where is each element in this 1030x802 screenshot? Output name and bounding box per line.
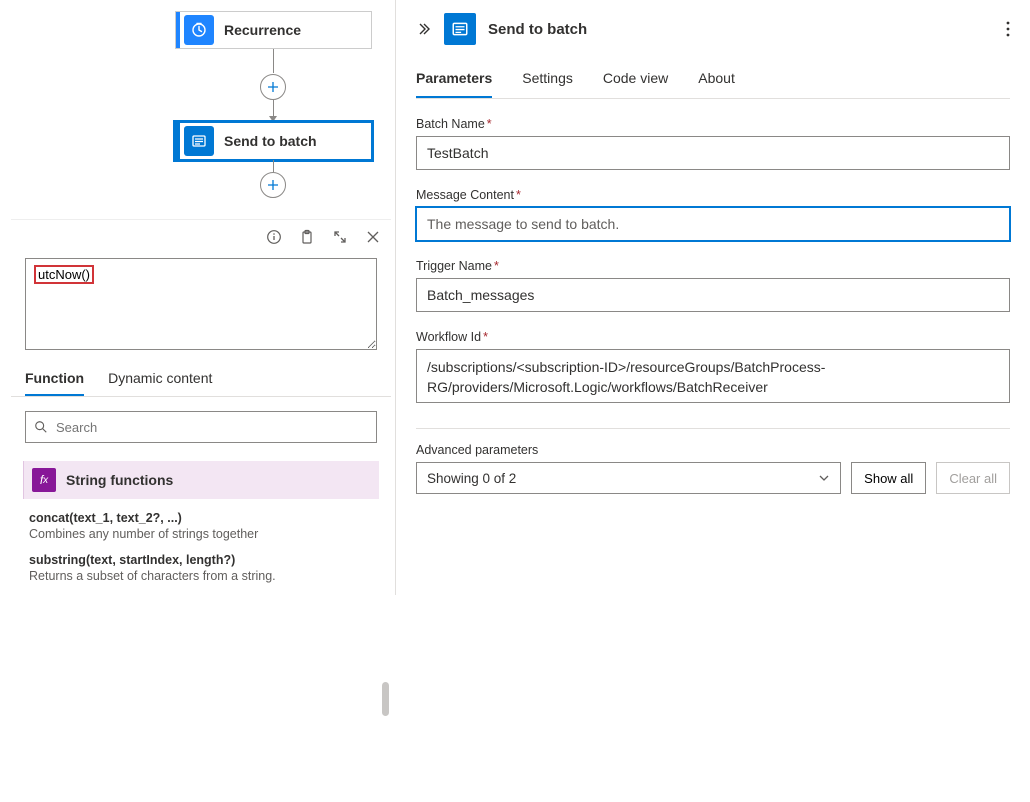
advanced-select[interactable]: Showing 0 of 2 [416, 462, 841, 494]
category-string-functions[interactable]: fx String functions [23, 461, 379, 499]
panel-header: Send to batch [416, 0, 1010, 58]
field-workflow-id: Workflow Id* /subscriptions/<subscriptio… [416, 330, 1010, 408]
tab-parameters[interactable]: Parameters [416, 58, 492, 98]
workflow-id-input[interactable]: /subscriptions/<subscription-ID>/resourc… [416, 349, 1010, 403]
field-message-content: Message Content* [416, 188, 1010, 241]
scrollbar-thumb[interactable] [382, 682, 389, 716]
batch-icon [184, 126, 214, 156]
clock-icon [184, 15, 214, 45]
show-all-button[interactable]: Show all [851, 462, 926, 494]
search-icon [34, 420, 48, 434]
add-step-button[interactable] [260, 74, 286, 100]
function-item-substring[interactable]: substring(text, startIndex, length?) Ret… [11, 541, 391, 583]
node-accent [176, 12, 180, 48]
divider [416, 428, 1010, 429]
function-description: Combines any number of strings together [29, 527, 373, 541]
function-item-concat[interactable]: concat(text_1, text_2?, ...) Combines an… [11, 499, 391, 541]
node-recurrence[interactable]: Recurrence [175, 11, 372, 49]
field-batch-name: Batch Name* [416, 117, 1010, 170]
expand-icon[interactable] [330, 227, 350, 247]
trigger-name-input[interactable] [416, 278, 1010, 312]
info-icon[interactable] [264, 227, 284, 247]
tab-function[interactable]: Function [25, 370, 84, 396]
category-label: String functions [66, 472, 173, 488]
add-step-button[interactable] [260, 172, 286, 198]
expression-input[interactable]: utcNow() [25, 258, 377, 350]
field-label: Message Content* [416, 188, 1010, 202]
close-icon[interactable] [363, 227, 383, 247]
connector-line [273, 49, 274, 73]
popup-tabs: Function Dynamic content [11, 350, 391, 397]
function-signature: concat(text_1, text_2?, ...) [29, 511, 373, 525]
search-input-wrap[interactable] [25, 411, 377, 443]
collapse-icon[interactable] [416, 21, 432, 37]
popup-toolbar [11, 220, 391, 254]
action-config-panel: Send to batch Parameters Settings Code v… [395, 0, 1030, 595]
tab-settings[interactable]: Settings [522, 58, 573, 98]
chevron-down-icon [818, 472, 830, 484]
field-trigger-name: Trigger Name* [416, 259, 1010, 312]
fx-icon: fx [32, 468, 56, 492]
more-icon[interactable] [1006, 21, 1010, 37]
advanced-label: Advanced parameters [416, 443, 841, 457]
advanced-parameters-row: Advanced parameters Showing 0 of 2 Show … [416, 443, 1010, 494]
panel-tabs: Parameters Settings Code view About [416, 58, 1010, 99]
tab-code-view[interactable]: Code view [603, 58, 668, 98]
expression-text: utcNow() [34, 265, 94, 284]
scrollbar[interactable] [382, 682, 389, 802]
panel-title: Send to batch [488, 21, 587, 38]
node-send-to-batch[interactable]: Send to batch [175, 122, 372, 160]
field-label: Batch Name* [416, 117, 1010, 131]
expression-editor-popup: utcNow() Function Dynamic content fx Str… [11, 219, 391, 595]
field-label: Trigger Name* [416, 259, 1010, 273]
function-signature: substring(text, startIndex, length?) [29, 553, 373, 567]
designer-canvas: Recurrence Send to batch [0, 0, 395, 595]
advanced-select-text: Showing 0 of 2 [427, 471, 516, 486]
field-label: Workflow Id* [416, 330, 1010, 344]
tab-about[interactable]: About [698, 58, 735, 98]
clipboard-icon[interactable] [297, 227, 317, 247]
batch-icon [444, 13, 476, 45]
tab-dynamic-content[interactable]: Dynamic content [108, 370, 212, 396]
node-label: Recurrence [224, 22, 301, 38]
function-description: Returns a subset of characters from a st… [29, 569, 373, 583]
message-content-input[interactable] [416, 207, 1010, 241]
search-input[interactable] [56, 420, 368, 435]
node-accent [176, 123, 180, 159]
clear-all-button: Clear all [936, 462, 1010, 494]
batch-name-input[interactable] [416, 136, 1010, 170]
node-label: Send to batch [224, 133, 317, 149]
connector-line [273, 160, 274, 172]
